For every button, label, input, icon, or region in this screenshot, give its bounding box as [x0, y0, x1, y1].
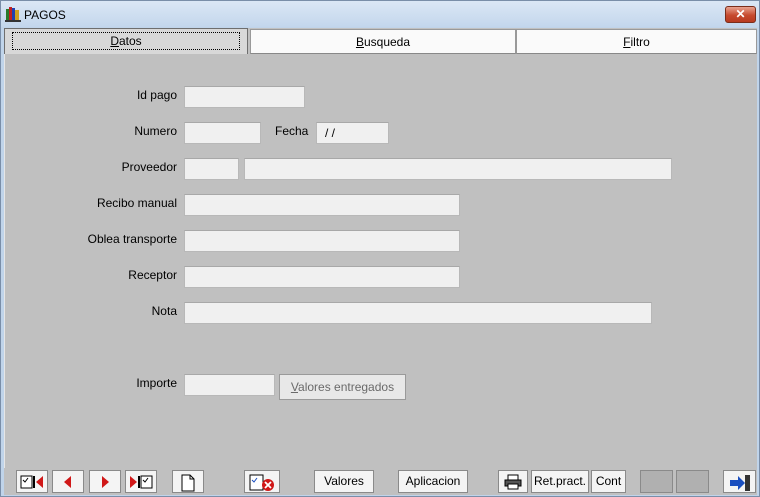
client-area: Datos Busqueda Filtro Id pago Numero Fec…: [4, 28, 757, 495]
tab-datos-label: Datos: [12, 32, 240, 50]
last-record-icon: [130, 475, 153, 489]
new-record-button[interactable]: [172, 470, 204, 493]
first-record-button[interactable]: [16, 470, 48, 493]
title-bar: PAGOS ✕: [1, 1, 759, 27]
bottom-toolbar: Valores Aplicacion Ret.pract. Cont: [4, 468, 757, 495]
cont-button[interactable]: Cont: [591, 470, 626, 493]
oblea-transporte-label: Oblea transporte: [87, 232, 177, 246]
previous-arrow-icon: [64, 476, 71, 488]
next-arrow-icon: [102, 476, 109, 488]
disabled-button-2[interactable]: [676, 470, 709, 493]
tab-filtro-label: Filtro: [623, 35, 650, 49]
tab-filtro[interactable]: Filtro: [516, 29, 757, 54]
fecha-label: Fecha: [275, 124, 309, 138]
proveedor-name-field[interactable]: [244, 158, 672, 180]
delete-record-button[interactable]: [244, 470, 280, 493]
receptor-field[interactable]: [184, 266, 460, 288]
exit-door-icon: [729, 475, 750, 491]
close-button[interactable]: ✕: [725, 6, 756, 23]
numero-field[interactable]: [184, 122, 261, 144]
tab-busqueda[interactable]: Busqueda: [250, 29, 516, 54]
printer-icon: [504, 474, 522, 490]
pagos-window: PAGOS ✕ Datos Busqueda Filtro Id pago Nu…: [0, 0, 760, 497]
delete-record-icon: [249, 474, 274, 491]
previous-record-button[interactable]: [52, 470, 84, 493]
nota-field[interactable]: [184, 302, 652, 324]
exit-button[interactable]: [723, 470, 756, 493]
tab-datos[interactable]: Datos: [4, 28, 248, 54]
close-icon: ✕: [735, 7, 746, 21]
valores-button[interactable]: Valores: [314, 470, 374, 493]
window-title: PAGOS: [24, 8, 66, 22]
next-record-button[interactable]: [89, 470, 121, 493]
tab-bar: Datos Busqueda Filtro: [4, 28, 757, 54]
importe-label: Importe: [136, 376, 177, 390]
disabled-button-1[interactable]: [640, 470, 673, 493]
receptor-label: Receptor: [128, 268, 177, 282]
id-pago-field[interactable]: [184, 86, 305, 108]
fecha-field[interactable]: / /: [316, 122, 389, 144]
recibo-manual-field[interactable]: [184, 194, 460, 216]
app-books-icon: [5, 6, 21, 22]
first-record-icon: [20, 475, 43, 489]
numero-label: Numero: [134, 124, 177, 138]
oblea-transporte-field[interactable]: [184, 230, 460, 252]
id-pago-label: Id pago: [136, 88, 177, 102]
ret-pract-button[interactable]: Ret.pract.: [531, 470, 589, 493]
new-document-icon: [181, 474, 195, 492]
tab-busqueda-label: Busqueda: [355, 35, 411, 49]
recibo-manual-label: Recibo manual: [96, 196, 177, 210]
nota-label: Nota: [151, 304, 177, 318]
aplicacion-button[interactable]: Aplicacion: [398, 470, 468, 493]
valores-entregados-button[interactable]: Valores entregados: [279, 374, 406, 400]
datos-form: Id pago Numero Fecha / / Proveedor Recib…: [4, 54, 757, 468]
importe-field[interactable]: [184, 374, 275, 396]
last-record-button[interactable]: [125, 470, 157, 493]
print-button[interactable]: [498, 470, 528, 493]
proveedor-code-field[interactable]: [184, 158, 239, 180]
proveedor-label: Proveedor: [121, 160, 177, 174]
